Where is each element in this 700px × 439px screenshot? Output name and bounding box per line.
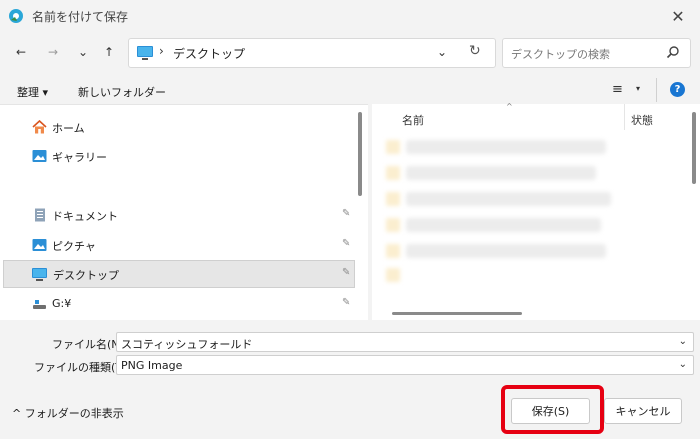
sidebar-item-pictures[interactable]: ピクチャ ✎ bbox=[0, 232, 354, 258]
file-list-vertical-scrollbar[interactable] bbox=[692, 112, 696, 184]
file-icon bbox=[386, 166, 400, 180]
cancel-button[interactable]: キャンセル bbox=[604, 398, 682, 424]
toolbar-divider bbox=[656, 78, 657, 102]
highlight-annotation bbox=[501, 385, 604, 434]
help-icon[interactable]: ? bbox=[670, 82, 685, 97]
navigation-scrollbar[interactable] bbox=[358, 112, 362, 196]
chevron-right-icon: › bbox=[159, 44, 164, 58]
search-placeholder: デスクトップの検索 bbox=[511, 48, 610, 61]
view-options-icon[interactable]: ≡ bbox=[612, 82, 623, 97]
pin-icon: ✎ bbox=[342, 238, 351, 249]
list-item[interactable] bbox=[406, 140, 606, 154]
filetype-value: PNG Image bbox=[121, 359, 183, 372]
address-dropdown-icon[interactable]: ⌄ bbox=[437, 45, 447, 59]
file-icon bbox=[386, 192, 400, 206]
filename-value[interactable]: スコティッシュフォールド bbox=[121, 336, 252, 352]
file-icon bbox=[386, 268, 400, 282]
filetype-select[interactable]: PNG Image ⌄ bbox=[116, 355, 694, 375]
gallery-icon bbox=[32, 150, 47, 162]
sidebar-item-desktop[interactable]: デスクトップ ✎ bbox=[3, 260, 355, 288]
list-item[interactable] bbox=[406, 244, 606, 258]
search-icon[interactable] bbox=[666, 45, 680, 59]
list-item[interactable] bbox=[406, 218, 601, 232]
column-header-state[interactable]: 状態 bbox=[631, 112, 653, 128]
address-path[interactable]: デスクトップ bbox=[173, 45, 245, 62]
close-button[interactable]: ✕ bbox=[656, 0, 700, 32]
file-icon bbox=[386, 218, 400, 232]
chevron-down-icon[interactable]: ⌄ bbox=[679, 359, 687, 370]
sidebar-item-label: ドキュメント bbox=[52, 210, 118, 223]
filename-field[interactable]: スコティッシュフォールド ⌄ bbox=[116, 332, 694, 352]
view-dropdown-icon[interactable]: ▾ bbox=[636, 84, 640, 93]
sidebar-item-label: デスクトップ bbox=[53, 269, 119, 282]
document-icon bbox=[35, 208, 45, 222]
pin-icon: ✎ bbox=[342, 267, 351, 278]
sidebar-item-label: ギャラリー bbox=[52, 151, 107, 164]
file-list-pane bbox=[372, 104, 700, 320]
home-icon bbox=[32, 120, 47, 134]
up-button[interactable]: ↑ bbox=[98, 42, 120, 62]
list-item[interactable] bbox=[406, 192, 611, 206]
pin-icon: ✎ bbox=[342, 208, 351, 219]
sort-ascending-icon: ^ bbox=[506, 102, 513, 111]
hide-folders-button[interactable]: ^ フォルダーの非表示 bbox=[12, 405, 124, 421]
recent-locations-button[interactable]: ⌄ bbox=[72, 42, 94, 62]
file-icon bbox=[386, 244, 400, 258]
address-bar[interactable]: › デスクトップ ⌄ ↻ bbox=[128, 38, 496, 68]
pictures-icon bbox=[32, 239, 47, 251]
sidebar-item-label: ホーム bbox=[52, 122, 85, 135]
column-header-name[interactable]: 名前 bbox=[402, 112, 424, 128]
file-list-horizontal-scrollbar[interactable] bbox=[392, 312, 522, 315]
desktop-icon bbox=[32, 268, 47, 281]
drive-icon bbox=[33, 300, 46, 309]
chevron-down-icon[interactable]: ⌄ bbox=[679, 336, 687, 347]
file-icon bbox=[386, 140, 400, 154]
forward-button[interactable]: → bbox=[42, 42, 64, 62]
back-button[interactable]: ← bbox=[10, 42, 32, 62]
sidebar-item-label: ピクチャ bbox=[52, 240, 96, 253]
column-divider[interactable] bbox=[624, 104, 625, 130]
sidebar-item-documents[interactable]: ドキュメント ✎ bbox=[0, 202, 354, 228]
organize-button[interactable]: 整理 ▾ bbox=[17, 84, 48, 100]
refresh-icon[interactable]: ↻ bbox=[469, 43, 481, 59]
list-item[interactable] bbox=[406, 166, 596, 180]
desktop-icon bbox=[137, 46, 153, 60]
app-icon bbox=[9, 9, 23, 23]
sidebar-item-gallery[interactable]: ギャラリー bbox=[0, 143, 354, 169]
search-input[interactable]: デスクトップの検索 bbox=[502, 38, 691, 68]
title-bar: 名前を付けて保存 ✕ bbox=[0, 0, 700, 32]
sidebar-item-label: G:¥ bbox=[52, 297, 72, 310]
sidebar-item-drive-g[interactable]: G:¥ ✎ bbox=[0, 291, 354, 317]
pin-icon: ✎ bbox=[342, 297, 351, 308]
window-title: 名前を付けて保存 bbox=[32, 10, 129, 24]
sidebar-item-home[interactable]: ホーム bbox=[0, 114, 354, 140]
new-folder-button[interactable]: 新しいフォルダー bbox=[78, 84, 166, 100]
